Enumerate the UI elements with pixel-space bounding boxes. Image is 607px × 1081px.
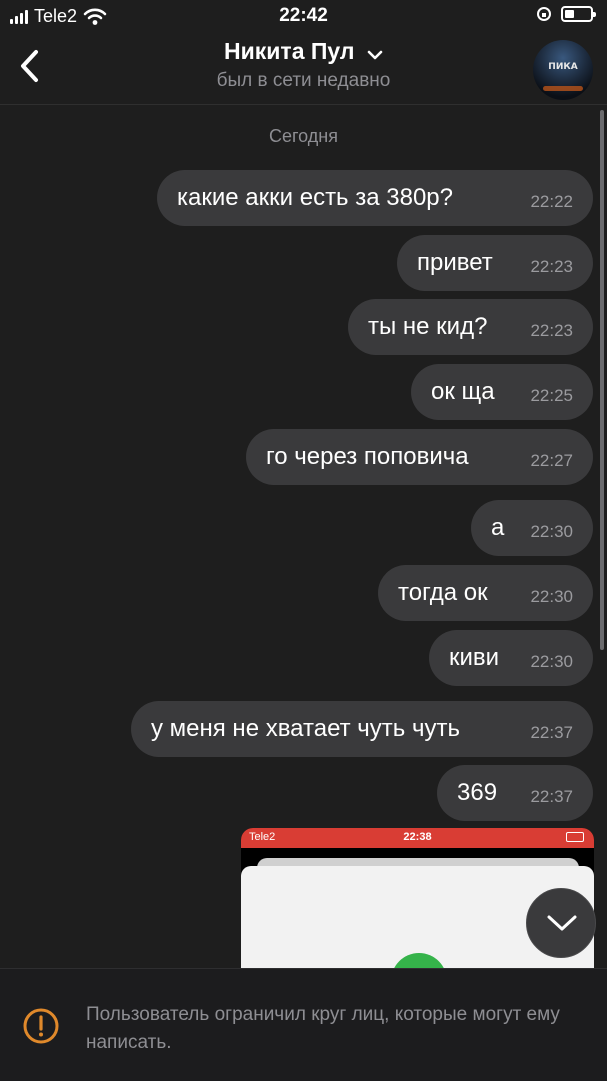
avatar[interactable]: ПИКА (533, 40, 593, 100)
message-bubble[interactable]: привет 22:23 (397, 235, 593, 291)
message-text: какие акки есть за 380р? (177, 184, 453, 211)
message-text: тогда ок (398, 579, 488, 606)
chat-title[interactable]: Никита Пул был в сети недавно (0, 38, 607, 92)
battery-icon (566, 832, 584, 842)
status-bar: Tele2 22:42 (0, 0, 607, 32)
warning-icon (23, 1008, 59, 1044)
scrollbar[interactable] (600, 110, 604, 650)
message-time: 22:25 (530, 386, 573, 405)
message-bubble[interactable]: ок ща 22:25 (411, 364, 593, 420)
message-text: киви (449, 644, 500, 671)
message-text: ты не кид? (368, 313, 488, 340)
status-right (537, 6, 596, 22)
date-separator: Сегодня (269, 126, 338, 146)
message-bubble[interactable]: а 22:30 (471, 500, 593, 556)
message-time: 22:23 (530, 321, 573, 340)
message-bubble[interactable]: го через поповича 22:27 (246, 429, 593, 485)
chevron-down-icon (367, 50, 383, 60)
message-time: 22:37 (530, 787, 573, 806)
message-text: а (491, 514, 505, 541)
last-seen-status: был в сети недавно (216, 70, 391, 91)
message-time: 22:30 (530, 587, 573, 606)
message-bubble[interactable]: ты не кид? 22:23 (348, 299, 593, 355)
message-time: 22:30 (530, 652, 573, 671)
contact-name: Никита Пул (224, 38, 355, 64)
message-bubble[interactable]: 369 22:37 (437, 765, 593, 821)
message-bubble[interactable]: какие акки есть за 380р? 22:22 (157, 170, 593, 226)
message-text: 369 (457, 779, 498, 806)
rotation-lock-icon (537, 7, 551, 21)
message-time: 22:27 (530, 451, 573, 470)
attachment-status-bar: Tele2 22:38 (241, 828, 594, 848)
scroll-to-bottom-button[interactable] (526, 888, 596, 958)
message-text: го через поповича (266, 443, 469, 470)
message-time: 22:22 (530, 192, 573, 211)
battery-icon (561, 6, 596, 22)
message-time: 22:37 (530, 723, 573, 742)
attachment-time: 22:38 (403, 831, 432, 843)
chevron-down-icon (547, 915, 577, 931)
notice-text: Пользователь ограничил круг лиц, которые… (86, 1004, 560, 1053)
message-text: привет (417, 249, 493, 276)
message-bubble[interactable]: тогда ок 22:30 (378, 565, 593, 621)
message-bubble[interactable]: киви 22:30 (429, 630, 593, 686)
message-time: 22:23 (530, 257, 573, 276)
message-time: 22:30 (530, 522, 573, 541)
message-text: ок ща (431, 378, 495, 405)
avatar-caption: ПИКА (548, 62, 578, 72)
message-text: у меня не хватает чуть чуть (151, 715, 460, 742)
chat-header: Никита Пул был в сети недавно ПИКА (0, 32, 607, 105)
message-bubble[interactable]: у меня не хватает чуть чуть 22:37 (131, 701, 593, 757)
restriction-notice: Пользователь ограничил круг лиц, которые… (0, 968, 607, 1081)
status-time: 22:42 (279, 5, 328, 26)
